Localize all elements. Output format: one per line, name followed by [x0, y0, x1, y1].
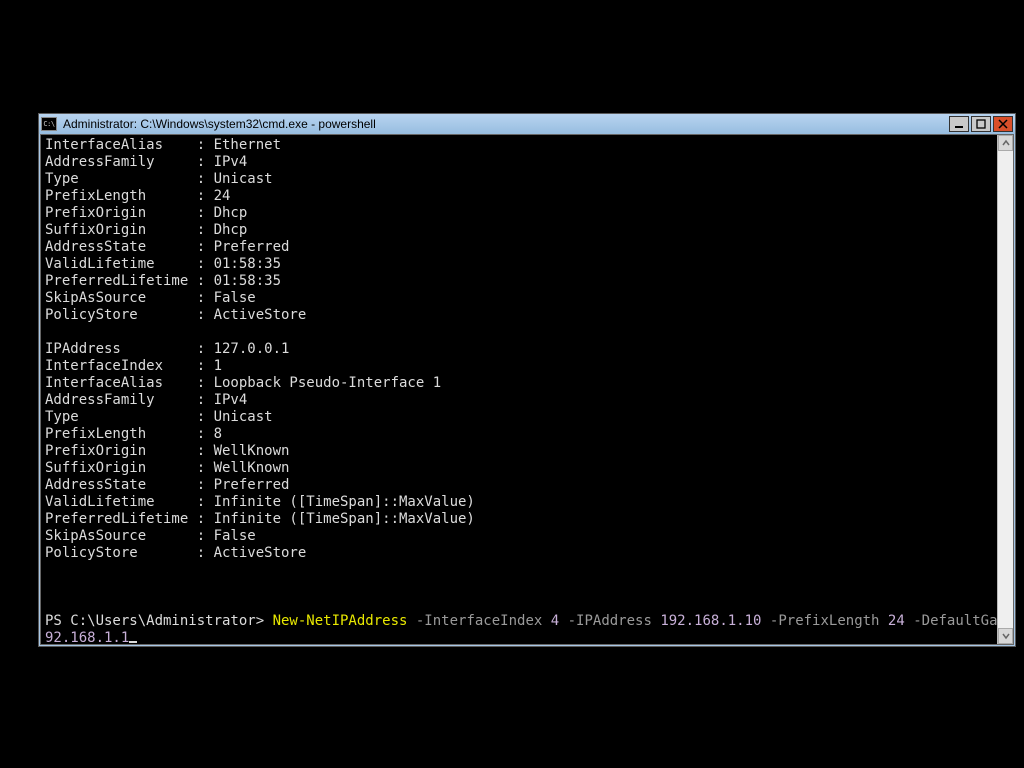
- output-line: PrefixOrigin : WellKnown: [45, 443, 289, 459]
- close-button[interactable]: [993, 116, 1013, 132]
- ps-value: 24: [888, 613, 905, 629]
- output-line: PreferredLifetime : Infinite ([TimeSpan]…: [45, 511, 475, 527]
- scroll-track[interactable]: [998, 151, 1013, 628]
- ps-cmdlet: New-NetIPAddress: [273, 613, 408, 629]
- ps-value: 192.168.1.10: [660, 613, 761, 629]
- chevron-up-icon: [1002, 139, 1010, 147]
- output-line: PrefixLength : 8: [45, 426, 222, 442]
- window-buttons: [949, 116, 1013, 132]
- titlebar[interactable]: C:\ Administrator: C:\Windows\system32\c…: [39, 114, 1015, 134]
- output-line: InterfaceIndex : 1: [45, 358, 222, 374]
- close-icon: [998, 119, 1008, 129]
- client-area: InterfaceAlias : Ethernet AddressFamily …: [40, 134, 1014, 645]
- ps-value: 4: [551, 613, 559, 629]
- window-title: Administrator: C:\Windows\system32\cmd.e…: [63, 117, 949, 131]
- maximize-button[interactable]: [971, 116, 991, 132]
- ps-param: -PrefixLength: [761, 613, 887, 629]
- output-line: PolicyStore : ActiveStore: [45, 545, 306, 561]
- output-line: InterfaceAlias : Loopback Pseudo-Interfa…: [45, 375, 441, 391]
- text-cursor: [129, 641, 137, 643]
- scroll-up-button[interactable]: [998, 135, 1013, 151]
- output-line: AddressFamily : IPv4: [45, 154, 247, 170]
- output-line: Type : Unicast: [45, 409, 273, 425]
- output-line: SuffixOrigin : WellKnown: [45, 460, 289, 476]
- output-line: ValidLifetime : Infinite ([TimeSpan]::Ma…: [45, 494, 475, 510]
- ps-param: -InterfaceIndex: [407, 613, 550, 629]
- output-line: PreferredLifetime : 01:58:35: [45, 273, 281, 289]
- output-line: PolicyStore : ActiveStore: [45, 307, 306, 323]
- ps-prompt-path: PS C:\Users\Administrator>: [45, 613, 273, 629]
- scroll-down-button[interactable]: [998, 628, 1013, 644]
- vertical-scrollbar[interactable]: [997, 135, 1013, 644]
- output-line: InterfaceAlias : Ethernet: [45, 137, 281, 153]
- cmd-icon: C:\: [41, 117, 57, 131]
- minimize-button[interactable]: [949, 116, 969, 132]
- ps-value-wrap[interactable]: 92.168.1.1: [45, 630, 129, 644]
- output-line: SkipAsSource : False: [45, 290, 256, 306]
- output-line: SuffixOrigin : Dhcp: [45, 222, 247, 238]
- terminal-output[interactable]: InterfaceAlias : Ethernet AddressFamily …: [41, 135, 997, 644]
- cmd-window: C:\ Administrator: C:\Windows\system32\c…: [38, 113, 1016, 647]
- output-line: AddressState : Preferred: [45, 239, 289, 255]
- output-line: AddressFamily : IPv4: [45, 392, 247, 408]
- ps-param: -IPAddress: [559, 613, 660, 629]
- minimize-icon: [954, 119, 964, 129]
- output-line: Type : Unicast: [45, 171, 273, 187]
- output-line: SkipAsSource : False: [45, 528, 256, 544]
- chevron-down-icon: [1002, 632, 1010, 640]
- output-line: PrefixOrigin : Dhcp: [45, 205, 247, 221]
- ps-param: -DefaultGateway: [905, 613, 997, 629]
- output-line: IPAddress : 127.0.0.1: [45, 341, 289, 357]
- maximize-icon: [976, 119, 986, 129]
- output-line: AddressState : Preferred: [45, 477, 289, 493]
- prompt-line[interactable]: PS C:\Users\Administrator> New-NetIPAddr…: [45, 613, 997, 629]
- output-line: PrefixLength : 24: [45, 188, 230, 204]
- output-line: ValidLifetime : 01:58:35: [45, 256, 281, 272]
